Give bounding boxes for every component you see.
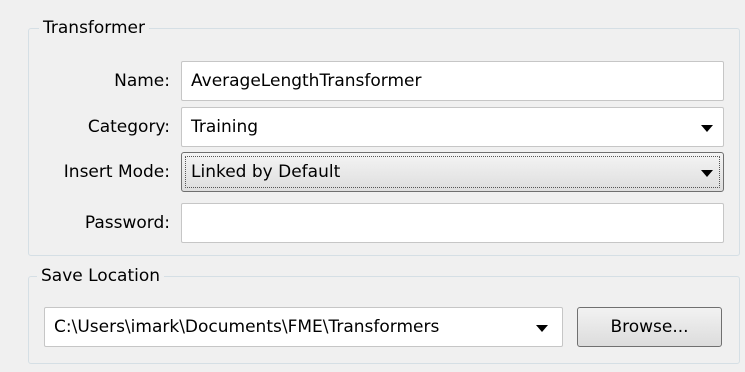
category-label: Category: [87, 117, 170, 137]
browse-button[interactable]: Browse... [577, 307, 722, 347]
name-label: Name: [114, 71, 170, 91]
insert-mode-select[interactable]: Linked by Default [181, 152, 724, 192]
save-location-group-title: Save Location [37, 265, 165, 287]
chevron-down-icon [536, 325, 548, 332]
name-input-value: AverageLengthTransformer [191, 71, 422, 91]
password-input[interactable] [181, 203, 724, 243]
name-row: Name: [0, 61, 170, 101]
category-select[interactable]: Training [181, 107, 724, 147]
password-row: Password: [0, 203, 170, 243]
save-location-select[interactable]: C:\Users\imark\Documents\FME\Transformer… [44, 307, 563, 347]
save-location-path: C:\Users\imark\Documents\FME\Transformer… [54, 317, 440, 337]
insert-mode-select-value: Linked by Default [191, 162, 341, 182]
name-input[interactable]: AverageLengthTransformer [181, 61, 724, 101]
category-select-value: Training [191, 117, 259, 137]
chevron-down-icon [701, 170, 713, 177]
insert-mode-row: Insert Mode: [0, 152, 170, 192]
transformer-properties-dialog: Transformer Name: AverageLengthTransform… [0, 0, 745, 372]
chevron-down-icon [701, 125, 713, 132]
category-row: Category: [0, 107, 170, 147]
password-label: Password: [84, 213, 170, 233]
transformer-group-title: Transformer [39, 17, 150, 39]
insert-mode-label: Insert Mode: [63, 162, 170, 182]
